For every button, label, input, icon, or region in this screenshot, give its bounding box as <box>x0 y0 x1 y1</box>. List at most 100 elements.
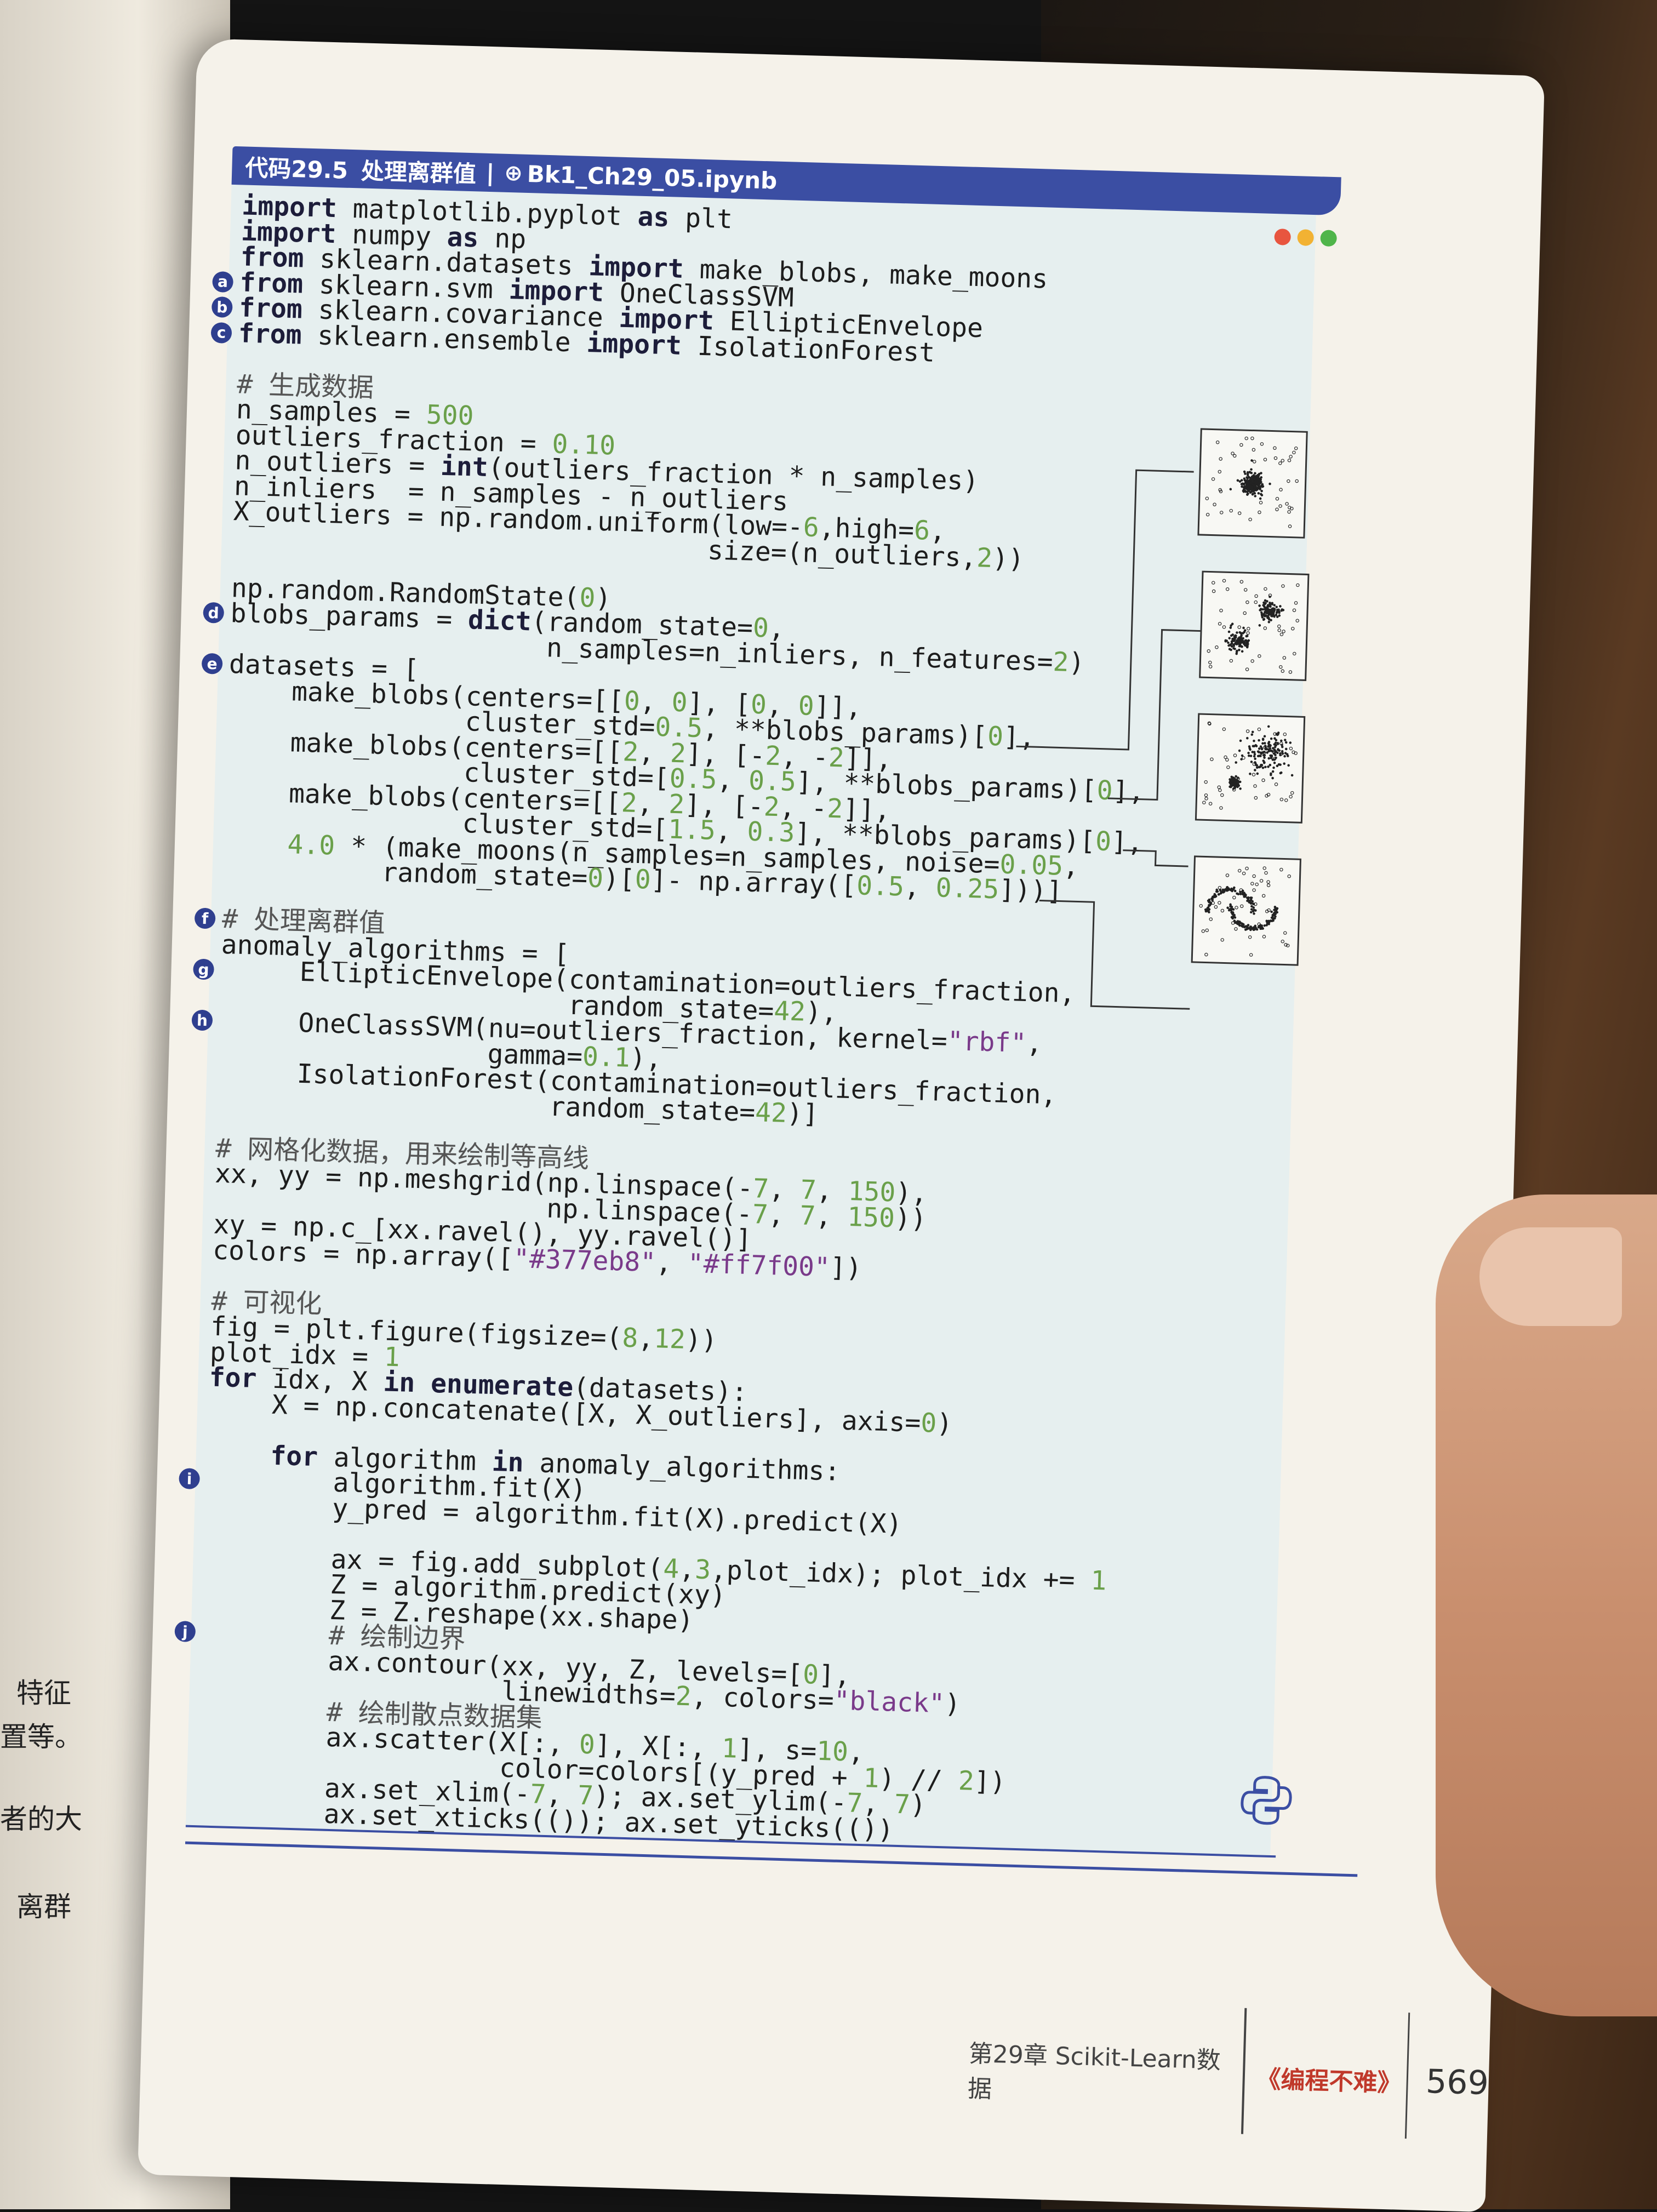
scatter-point <box>1269 482 1271 485</box>
scatter-point <box>1205 928 1209 933</box>
thumbnail-connectors <box>1016 469 1206 1010</box>
scatter-point <box>1220 793 1224 797</box>
scatter-point <box>1238 648 1241 651</box>
scatter-point <box>1229 508 1233 513</box>
scatter-point <box>1222 727 1226 731</box>
scatter-point <box>1289 746 1293 751</box>
scatter-point <box>1204 780 1208 784</box>
scatter-point <box>1248 517 1252 522</box>
scatter-point <box>1207 649 1211 653</box>
scatter-point <box>1231 921 1235 925</box>
scatter-point <box>1290 774 1294 777</box>
scatter-point <box>1248 935 1252 939</box>
scatter-point <box>1251 730 1254 734</box>
scatter-point <box>1290 791 1294 795</box>
scatter-point <box>1264 871 1268 875</box>
scatter-point <box>1262 935 1266 939</box>
scatter-point <box>1229 659 1233 663</box>
scatter-point <box>1222 579 1226 583</box>
scatter-point <box>1289 795 1293 799</box>
scatter-point <box>1220 908 1225 913</box>
scatter-point <box>1263 742 1266 745</box>
scatter-point <box>1263 735 1266 738</box>
scatter-point <box>1264 587 1267 591</box>
scatter-point <box>1273 761 1276 764</box>
scatter-point <box>1283 755 1286 758</box>
scatter-point <box>1275 507 1279 511</box>
scatter-point <box>1212 589 1216 593</box>
scatter-point <box>1209 917 1213 921</box>
scatter-point <box>1237 868 1242 873</box>
scatter-point <box>1259 501 1263 505</box>
scatter-point <box>1254 757 1256 761</box>
scatter-point <box>1272 766 1275 769</box>
scatter-point <box>1212 581 1215 585</box>
scatter-point <box>1218 901 1221 905</box>
scatter-point <box>1218 470 1222 474</box>
scatter-point <box>1255 882 1259 887</box>
thumbnail-nail <box>1479 1227 1622 1326</box>
scatter-point <box>1232 895 1236 900</box>
scatter-point <box>1256 772 1259 775</box>
scatter-point <box>1208 660 1212 665</box>
scatter-point <box>1245 729 1250 733</box>
scatter-point <box>1243 588 1248 592</box>
scatter-point <box>1263 924 1266 927</box>
scatter-point <box>1277 628 1281 632</box>
scatter-point <box>1205 512 1210 517</box>
scatter-point <box>1204 793 1208 797</box>
footer-divider <box>1404 2013 1410 2139</box>
scatter-point <box>1285 502 1289 506</box>
scatter-point <box>1234 927 1238 931</box>
scatter-point <box>1231 451 1235 455</box>
scatter-point <box>1274 782 1278 786</box>
scatter-point <box>1244 436 1248 441</box>
scatter-point <box>1284 747 1288 751</box>
scatter-point <box>1267 757 1271 760</box>
scatter-point <box>1257 491 1260 495</box>
scatter-point <box>1292 608 1296 612</box>
scatter-point <box>1279 488 1283 491</box>
scatter-point <box>1235 761 1237 764</box>
scatter-point <box>1294 601 1298 605</box>
scatter-point <box>1266 883 1271 887</box>
scatter-point <box>1236 479 1239 482</box>
scatter-point <box>1210 757 1214 761</box>
scatter-point <box>1258 747 1261 750</box>
scatter-point <box>1253 755 1256 758</box>
scatter-point <box>1252 888 1256 892</box>
scatter-point <box>1242 626 1245 630</box>
left-page-fragment: 特征 <box>16 1677 71 1709</box>
scatter-point <box>1228 637 1231 639</box>
scatter-point <box>1266 880 1270 884</box>
scatter-point <box>1261 778 1265 782</box>
scatter-point <box>1292 450 1296 455</box>
scatter-point <box>1281 584 1285 588</box>
scatter-point <box>1249 755 1253 757</box>
scatter-point <box>1199 904 1203 908</box>
scatter-point <box>1293 651 1296 656</box>
scatter-point <box>1281 750 1284 753</box>
scatter-point <box>1245 866 1249 871</box>
scatter-point <box>1208 665 1213 668</box>
scatter-point <box>1279 632 1284 637</box>
scatter-point <box>1282 656 1287 660</box>
thumbnail-moons <box>1191 855 1301 966</box>
scatter-point <box>1238 749 1241 752</box>
scatter-point <box>1289 455 1293 459</box>
scatter-point <box>1254 600 1258 604</box>
page-footer: 第29章 Scikit-Learn数据 《编程不难》 569 <box>967 2008 1490 2141</box>
python-logo-icon <box>1241 1776 1292 1825</box>
scatter-point <box>1247 751 1250 755</box>
scatter-point <box>1279 797 1284 802</box>
scatter-point <box>1250 436 1254 441</box>
scatter-point <box>1257 727 1261 731</box>
thumbnail-two-blobs <box>1199 570 1310 681</box>
scatter-point <box>1252 874 1256 878</box>
scatter-point <box>1220 938 1224 942</box>
scatter-point <box>1225 758 1229 762</box>
scatter-point <box>1243 611 1247 615</box>
scatter-point <box>1204 797 1208 801</box>
scatter-point <box>1273 456 1278 460</box>
scatter-point <box>1215 441 1220 444</box>
